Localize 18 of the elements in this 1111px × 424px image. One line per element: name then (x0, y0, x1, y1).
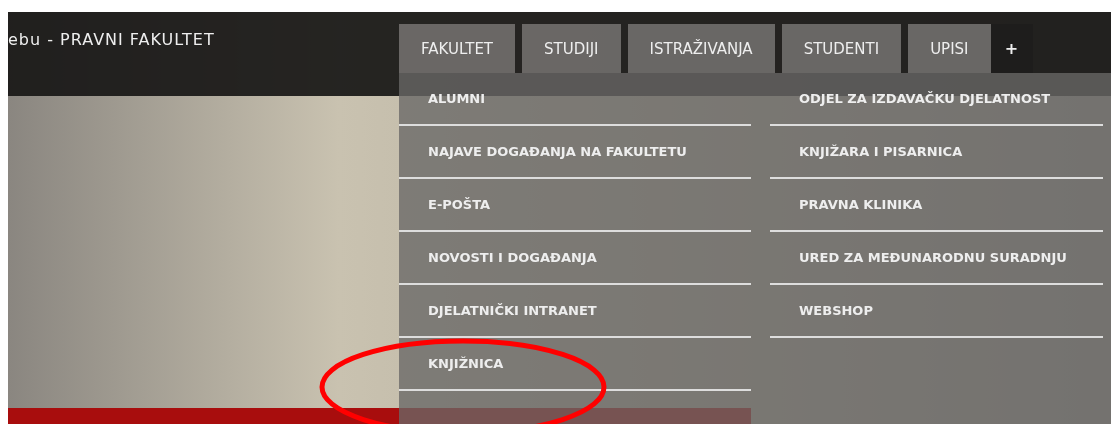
menu-item[interactable]: KNJIŽNICA (399, 338, 751, 391)
menu-item[interactable]: WEBSHOP (770, 285, 1103, 338)
menu-item[interactable]: KNJIŽARA I PISARNICA (770, 126, 1103, 179)
menu-item[interactable]: PRAVNA KLINIKA (770, 179, 1103, 232)
nav-tab[interactable]: STUDENTI (781, 24, 902, 73)
site-title: ebu - PRAVNI FAKULTET (8, 30, 215, 49)
menu-item[interactable]: E-POŠTA (399, 179, 751, 232)
menu-item[interactable]: NOVOSTI I DOGAĐANJA (399, 232, 751, 285)
nav-tab[interactable]: STUDIJI (522, 24, 621, 73)
menu-item[interactable]: ODJEL ZA IZDAVAČKU DJELATNOST (770, 73, 1103, 126)
menu-item[interactable]: NAJAVE DOGAĐANJA NA FAKULTETU (399, 126, 751, 179)
nav-tab[interactable]: ISTRAŽIVANJA (627, 24, 775, 73)
more-button[interactable]: + (990, 24, 1033, 73)
menu-item[interactable]: DJELATNIČKI INTRANET (399, 285, 751, 338)
menu-item[interactable]: URED ZA MEĐUNARODNU SURADNJU (770, 232, 1103, 285)
nav-tab[interactable]: FAKULTET (399, 24, 516, 73)
nav-tab[interactable]: UPISI (908, 24, 991, 73)
menu-item[interactable]: ALUMNI (399, 73, 751, 126)
